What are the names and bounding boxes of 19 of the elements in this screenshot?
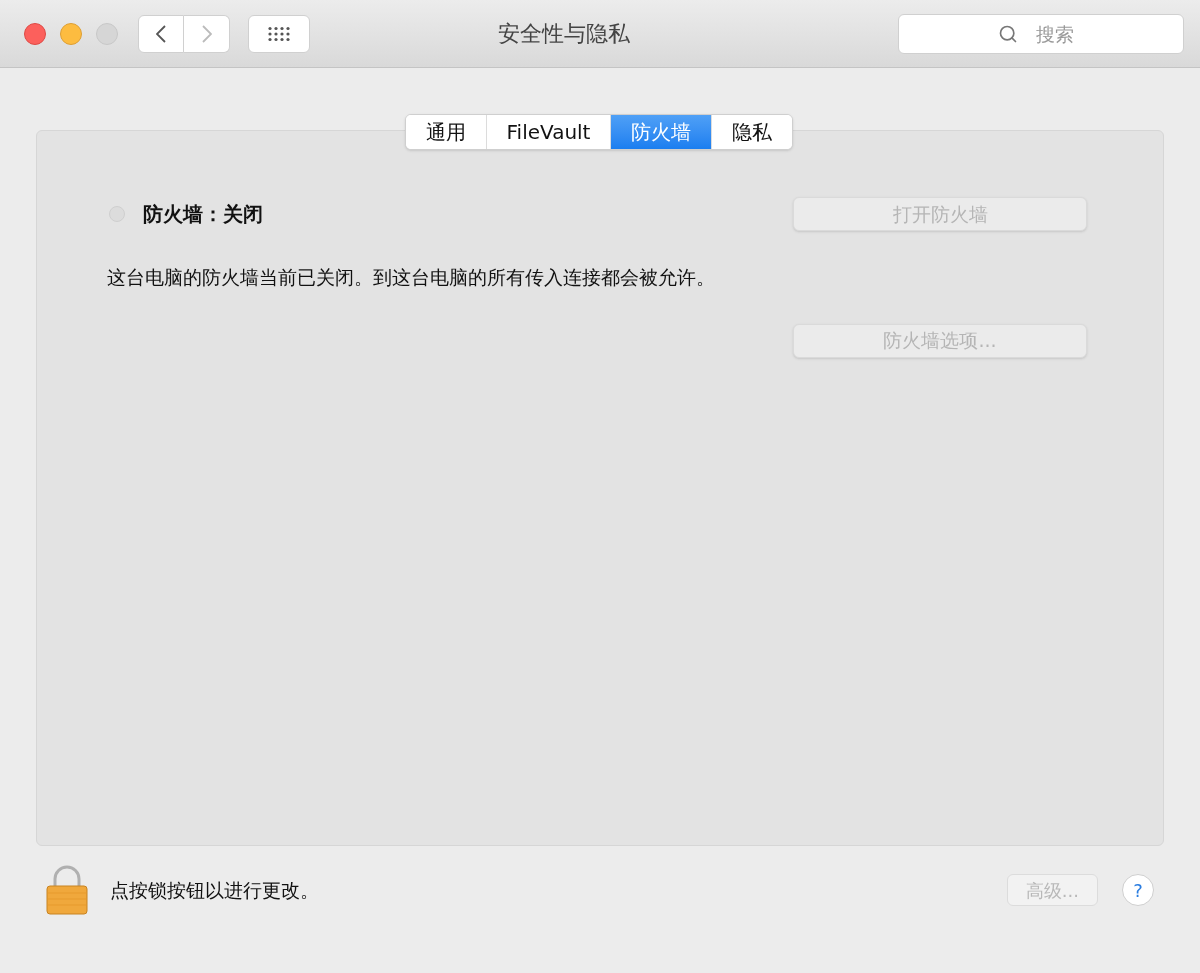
grid-button[interactable] — [248, 14, 310, 53]
lock-icon — [46, 865, 88, 915]
lock-message: 点按锁按钮以进行更改。 — [110, 877, 320, 903]
help-button[interactable]: ? — [1122, 874, 1154, 906]
tab[interactable]: 防火墙 — [610, 115, 712, 149]
chevron-left-icon — [156, 24, 166, 43]
window-title: 安全性与隐私 — [498, 20, 630, 48]
firewall-status: 防火墙：关闭 — [143, 201, 263, 228]
firewall-description: 这台电脑的防火墙当前已关闭。到这台电脑的所有传入连接都会被允许。 — [107, 265, 716, 290]
tab[interactable]: 通用 — [405, 115, 486, 149]
minimize-button[interactable] — [60, 22, 82, 45]
close-button[interactable] — [24, 22, 46, 45]
chevron-right-icon — [201, 24, 212, 43]
search-icon — [998, 23, 1018, 44]
tab[interactable]: FileVault — [485, 115, 611, 149]
grid-icon — [267, 25, 291, 42]
tab[interactable]: 隐私 — [711, 115, 793, 149]
back-button[interactable] — [138, 14, 184, 53]
search-field[interactable]: 搜索 — [898, 13, 1184, 54]
